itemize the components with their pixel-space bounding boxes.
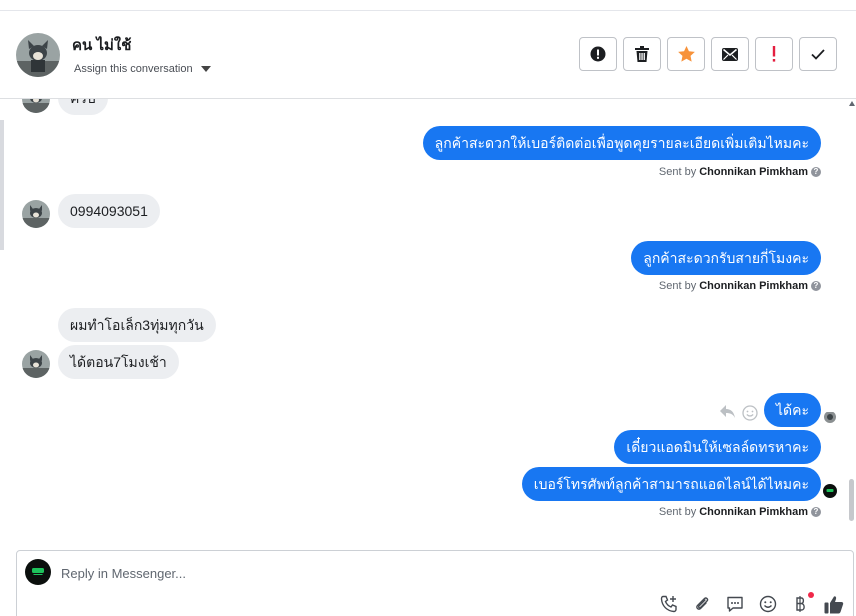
react-emoji-icon[interactable]	[742, 405, 758, 426]
sent-by-label: Sent by Chonnikan Pimkham ?	[659, 166, 821, 178]
thread-scrollbar[interactable]	[848, 99, 856, 540]
star-button[interactable]	[667, 37, 705, 71]
reply-input[interactable]: Reply in Messenger...	[61, 566, 186, 581]
mark-spam-button[interactable]	[579, 37, 617, 71]
call-button[interactable]	[658, 593, 680, 615]
conversation-header: คน ไม่ใช้ Assign this conversation	[0, 11, 856, 99]
help-icon[interactable]: ?	[811, 507, 821, 517]
assign-conversation-dropdown[interactable]: Assign this conversation	[74, 63, 211, 75]
check-icon	[811, 48, 825, 60]
exclamation-icon	[772, 46, 776, 62]
attach-button[interactable]	[691, 593, 713, 615]
reply-icon[interactable]	[720, 405, 736, 424]
contact-avatar[interactable]	[16, 33, 60, 77]
follow-up-button[interactable]	[755, 37, 793, 71]
saved-replies-button[interactable]	[724, 593, 746, 615]
agent-name: Chonnikan Pimkham	[699, 506, 808, 518]
incoming-message: ผมทำโอเล็ก3ทุ่มทุกวัน	[58, 308, 216, 342]
emoji-button[interactable]	[757, 593, 779, 615]
mark-unread-button[interactable]	[711, 37, 749, 71]
chat-bubble-icon	[727, 596, 743, 612]
assign-label: Assign this conversation	[74, 63, 193, 75]
conversation-actions	[579, 37, 837, 71]
outgoing-message: ลูกค้าสะดวกให้เบอร์ติดต่อเพื่อพูดคุยรายล…	[422, 126, 821, 160]
outgoing-message: ได้คะ	[763, 393, 821, 427]
phone-add-icon	[660, 595, 677, 613]
scroll-up-icon[interactable]	[849, 101, 855, 106]
alert-circle-icon	[590, 46, 606, 62]
outgoing-message: ลูกค้าสะดวกรับสายกี่โมงคะ	[631, 241, 821, 275]
reply-composer: Reply in Messenger...	[16, 550, 854, 616]
incoming-message: ครับ	[58, 99, 108, 115]
sent-by-label: Sent by Chonnikan Pimkham ?	[659, 506, 821, 518]
help-icon[interactable]: ?	[811, 167, 821, 177]
left-panel-scrollbar[interactable]	[0, 120, 4, 250]
contact-name: คน ไม่ใช้	[72, 37, 132, 54]
trash-icon	[635, 46, 649, 62]
mark-done-button[interactable]	[799, 37, 837, 71]
delete-button[interactable]	[623, 37, 661, 71]
seen-avatar	[824, 411, 836, 423]
incoming-message: 0994093051	[58, 194, 160, 228]
contact-message-avatar	[22, 99, 50, 113]
baht-icon	[796, 596, 805, 612]
payment-button[interactable]	[790, 592, 814, 615]
composer-toolbar	[658, 592, 845, 615]
paperclip-icon	[696, 597, 709, 610]
star-icon	[677, 46, 695, 62]
help-icon[interactable]: ?	[811, 281, 821, 291]
page-avatar-small	[823, 484, 837, 498]
outgoing-message: เดี๋ยวแอดมินให้เซลล์ดทรหาคะ	[614, 430, 821, 464]
thumbs-up-icon	[824, 595, 844, 613]
caret-down-icon	[200, 66, 211, 72]
notification-dot	[808, 592, 814, 598]
contact-message-avatar	[22, 350, 50, 378]
contact-message-avatar	[22, 200, 50, 228]
outgoing-message: เบอร์โทรศัพท์ลูกค้าสามารถแอดไลน์ได้ไหมคะ	[521, 467, 821, 501]
like-button[interactable]	[823, 593, 845, 615]
smiley-icon	[759, 595, 777, 613]
sent-by-label: Sent by Chonnikan Pimkham ?	[659, 280, 821, 292]
agent-name: Chonnikan Pimkham	[699, 166, 808, 178]
agent-name: Chonnikan Pimkham	[699, 280, 808, 292]
message-thread[interactable]: ครับ ลูกค้าสะดวกให้เบอร์ติดต่อเพื่อพูดคุ…	[0, 99, 856, 540]
page-avatar	[25, 559, 51, 585]
scrollbar-thumb[interactable]	[849, 479, 854, 521]
incoming-message: ได้ตอน7โมงเช้า	[58, 345, 179, 379]
envelope-icon	[722, 47, 738, 61]
